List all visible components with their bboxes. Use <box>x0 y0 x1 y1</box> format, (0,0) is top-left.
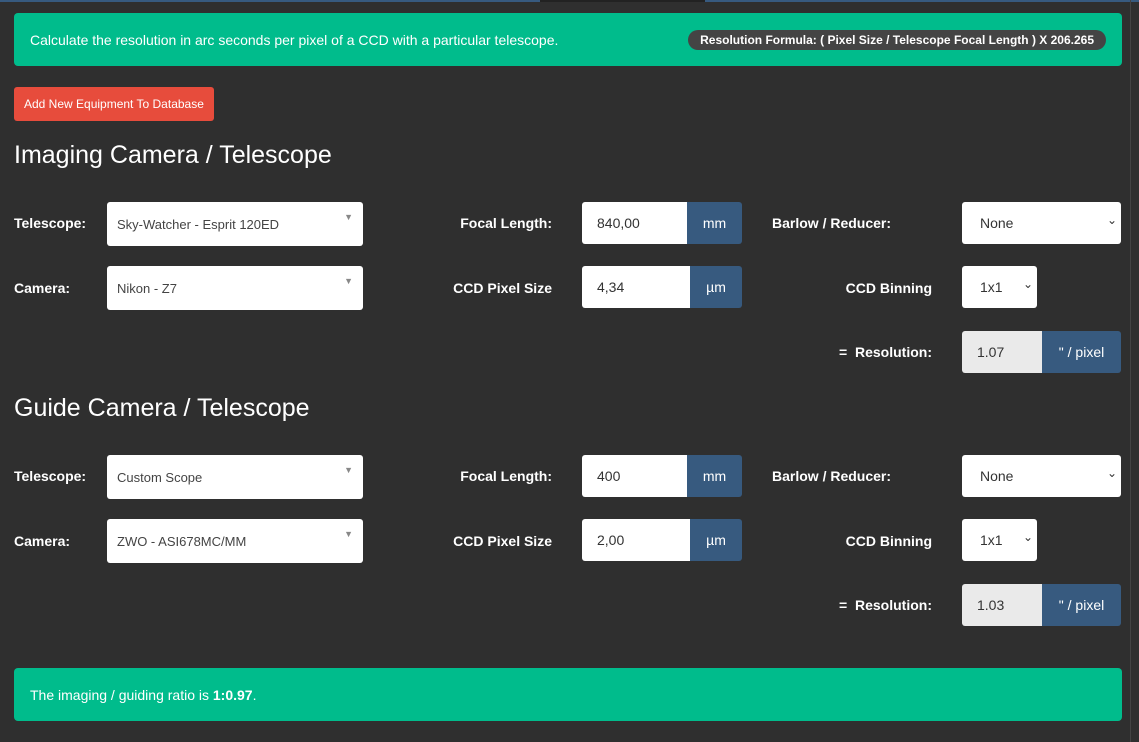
guide-barlow-value: None <box>980 468 1014 484</box>
guide-focal-label: Focal Length: <box>460 468 552 484</box>
ratio-suffix: . <box>252 686 257 703</box>
ratio-banner: The imaging / guiding ratio is 1:0.97. <box>14 668 1122 721</box>
add-equipment-button[interactable]: Add New Equipment To Database <box>14 87 214 121</box>
guide-section-title: Guide Camera / Telescope <box>14 394 310 422</box>
guide-focal-length-group: 400 mm <box>582 455 742 497</box>
guide-camera-value: ZWO - ASI678MC/MM <box>117 533 247 549</box>
dropdown-arrow-icon: ▼ <box>344 465 353 475</box>
guide-pixel-size-input[interactable]: 2,00 <box>582 519 690 561</box>
imaging-telescope-label: Telescope: <box>14 215 87 231</box>
ratio-prefix: The imaging / guiding ratio is <box>30 686 209 703</box>
imaging-camera-select[interactable]: Nikon - Z7 ▼ <box>107 266 363 310</box>
guide-binning-select[interactable]: 1x1 ⌄ <box>962 519 1037 561</box>
imaging-resolution-label: = Resolution: <box>839 344 932 360</box>
guide-pixel-label: CCD Pixel Size <box>453 533 552 549</box>
formula-badge: Resolution Formula: ( Pixel Size / Teles… <box>688 29 1106 50</box>
imaging-telescope-select[interactable]: Sky-Watcher - Esprit 120ED ▼ <box>107 202 363 246</box>
imaging-camera-value: Nikon - Z7 <box>117 280 177 296</box>
guide-resolution-label: = Resolution: <box>839 597 932 613</box>
guide-barlow-label: Barlow / Reducer: <box>772 468 892 484</box>
dropdown-arrow-icon: ▼ <box>344 529 353 539</box>
imaging-pixel-size-input[interactable]: 4,34 <box>582 266 690 308</box>
guide-resolution-group: 1.03 " / pixel <box>962 584 1121 626</box>
top-bar <box>0 0 1139 2</box>
guide-telescope-label: Telescope: <box>14 468 87 484</box>
chevron-down-icon: ⌄ <box>1106 466 1117 480</box>
imaging-binning-select[interactable]: 1x1 ⌄ <box>962 266 1037 308</box>
imaging-pixel-size-group: 4,34 µm <box>582 266 742 308</box>
guide-resolution-unit: " / pixel <box>1042 584 1121 626</box>
chevron-down-icon: ⌄ <box>1022 277 1033 291</box>
imaging-section-title: Imaging Camera / Telescope <box>14 141 332 169</box>
ratio-value: 1:0.97 <box>212 686 253 703</box>
info-banner: Calculate the resolution in arc seconds … <box>14 13 1122 66</box>
chevron-down-icon: ⌄ <box>1022 530 1033 544</box>
guide-telescope-value: Custom Scope <box>117 469 203 485</box>
guide-camera-label: Camera: <box>14 533 71 549</box>
imaging-binning-value: 1x1 <box>980 279 1003 295</box>
imaging-focal-label: Focal Length: <box>460 215 552 231</box>
imaging-barlow-value: None <box>980 215 1014 231</box>
dropdown-arrow-icon: ▼ <box>344 276 353 286</box>
guide-resolution-output: 1.03 <box>962 584 1042 626</box>
imaging-pixel-label: CCD Pixel Size <box>453 280 552 296</box>
imaging-telescope-value: Sky-Watcher - Esprit 120ED <box>117 216 280 232</box>
guide-telescope-select[interactable]: Custom Scope ▼ <box>107 455 363 499</box>
dropdown-arrow-icon: ▼ <box>344 212 353 222</box>
guide-pixel-size-group: 2,00 µm <box>582 519 742 561</box>
guide-binning-value: 1x1 <box>980 532 1003 548</box>
imaging-pixel-unit: µm <box>690 266 742 308</box>
imaging-barlow-label: Barlow / Reducer: <box>772 215 892 231</box>
imaging-focal-length-group: 840,00 mm <box>582 202 742 244</box>
imaging-camera-label: Camera: <box>14 280 71 296</box>
imaging-resolution-unit: " / pixel <box>1042 331 1121 373</box>
chevron-down-icon: ⌄ <box>1106 213 1117 227</box>
imaging-resolution-output: 1.07 <box>962 331 1042 373</box>
imaging-binning-label: CCD Binning <box>845 280 932 296</box>
description-text: Calculate the resolution in arc seconds … <box>30 31 559 48</box>
imaging-focal-unit: mm <box>687 202 742 244</box>
guide-barlow-select[interactable]: None ⌄ <box>962 455 1121 497</box>
imaging-barlow-select[interactable]: None ⌄ <box>962 202 1121 244</box>
guide-pixel-unit: µm <box>690 519 742 561</box>
guide-focal-unit: mm <box>687 455 742 497</box>
guide-focal-length-input[interactable]: 400 <box>582 455 687 497</box>
scrollbar-edge <box>1130 0 1131 742</box>
guide-camera-select[interactable]: ZWO - ASI678MC/MM ▼ <box>107 519 363 563</box>
imaging-resolution-group: 1.07 " / pixel <box>962 331 1121 373</box>
guide-binning-label: CCD Binning <box>845 533 932 549</box>
imaging-focal-length-input[interactable]: 840,00 <box>582 202 687 244</box>
